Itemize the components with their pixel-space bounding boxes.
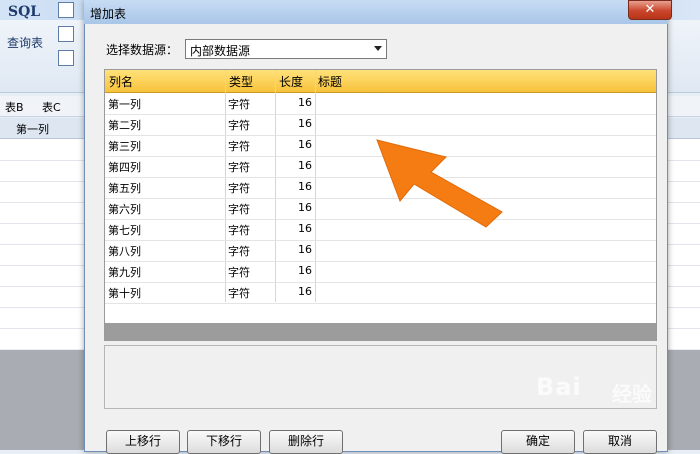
chevron-down-icon bbox=[374, 46, 382, 51]
cell-type: 字符 bbox=[228, 245, 250, 258]
cell-type: 字符 bbox=[228, 140, 250, 153]
table-row[interactable]: 第九列 字符 16 bbox=[105, 261, 656, 283]
cell-length: 16 bbox=[298, 243, 312, 256]
header-name[interactable]: 列名 bbox=[109, 73, 133, 90]
cell-name: 第六列 bbox=[108, 203, 141, 216]
table-row[interactable]: 第三列 字符 16 bbox=[105, 135, 656, 157]
tab-b[interactable]: 表B bbox=[5, 99, 24, 115]
cell-type: 字符 bbox=[228, 287, 250, 300]
cell-type: 字符 bbox=[228, 98, 250, 111]
cell-type: 字符 bbox=[228, 161, 250, 174]
ribbon-delete-icon[interactable] bbox=[58, 26, 74, 42]
tab-c[interactable]: 表C bbox=[42, 99, 61, 115]
table-row[interactable]: 第七列 字符 16 bbox=[105, 219, 656, 241]
jingyan-watermark: 经验 bbox=[612, 382, 652, 406]
table-row[interactable]: 第六列 字符 16 bbox=[105, 198, 656, 220]
cell-type: 字符 bbox=[228, 182, 250, 195]
datasource-label: 选择数据源： bbox=[106, 43, 179, 57]
table-row[interactable]: 第五列 字符 16 bbox=[105, 177, 656, 199]
table-row[interactable]: 第二列 字符 16 bbox=[105, 114, 656, 136]
ribbon-icon[interactable] bbox=[58, 2, 74, 18]
table-row[interactable]: 第八列 字符 16 bbox=[105, 240, 656, 262]
close-button[interactable]: ✕ bbox=[628, 0, 672, 20]
header-length[interactable]: 长度 bbox=[279, 73, 303, 90]
cell-type: 字符 bbox=[228, 266, 250, 279]
cell-name: 第十列 bbox=[108, 287, 141, 300]
ribbon-table-icon[interactable] bbox=[58, 50, 74, 66]
baidu-watermark: Bai bbox=[536, 373, 582, 401]
cell-type: 字符 bbox=[228, 119, 250, 132]
cell-name: 第三列 bbox=[108, 140, 141, 153]
cell-name: 第七列 bbox=[108, 224, 141, 237]
dialog-titlebar[interactable] bbox=[84, 0, 668, 24]
cell-length: 16 bbox=[298, 180, 312, 193]
query-table-button[interactable]: 查询表 bbox=[7, 34, 43, 51]
cell-name: 第九列 bbox=[108, 266, 141, 279]
cell-length: 16 bbox=[298, 201, 312, 214]
header-caption[interactable]: 标题 bbox=[318, 73, 342, 90]
cell-length: 16 bbox=[298, 117, 312, 130]
ok-button[interactable]: 确定 bbox=[501, 430, 575, 454]
cell-type: 字符 bbox=[228, 224, 250, 237]
cell-name: 第四列 bbox=[108, 161, 141, 174]
table-row[interactable]: 第十列 字符 16 bbox=[105, 282, 656, 304]
delete-row-button[interactable]: 删除行 bbox=[269, 430, 343, 454]
cell-name: 第二列 bbox=[108, 119, 141, 132]
column-grid: 列名 类型 长度 标题 第一列 字符 16 第二列 字符 16 第三列 字符 16 第四列字… bbox=[104, 69, 657, 341]
cell-length: 16 bbox=[298, 264, 312, 277]
table-row[interactable]: 第四列 字符 16 bbox=[105, 156, 656, 178]
datasource-select[interactable]: 内部数据源 bbox=[185, 39, 387, 59]
grid-footer-bar bbox=[105, 323, 656, 340]
grid-header: 列名 类型 长度 标题 bbox=[105, 70, 656, 93]
dialog-title: 增加表 bbox=[90, 7, 127, 21]
cell-length: 16 bbox=[298, 222, 312, 235]
background-column-label: 第一列 bbox=[16, 123, 49, 136]
header-type[interactable]: 类型 bbox=[229, 73, 253, 90]
cell-type: 字符 bbox=[228, 203, 250, 216]
move-up-button[interactable]: 上移行 bbox=[106, 430, 180, 454]
cell-length: 16 bbox=[298, 96, 312, 109]
cell-name: 第五列 bbox=[108, 182, 141, 195]
cell-length: 16 bbox=[298, 159, 312, 172]
cell-name: 第一列 bbox=[108, 98, 141, 111]
sql-logo: SQL bbox=[8, 4, 41, 20]
cancel-button[interactable]: 取消 bbox=[583, 430, 657, 454]
move-down-button[interactable]: 下移行 bbox=[187, 430, 261, 454]
cell-length: 16 bbox=[298, 285, 312, 298]
cell-length: 16 bbox=[298, 138, 312, 151]
datasource-value: 内部数据源 bbox=[190, 44, 251, 58]
cell-name: 第八列 bbox=[108, 245, 141, 258]
table-row[interactable]: 第一列 字符 16 bbox=[105, 93, 656, 115]
